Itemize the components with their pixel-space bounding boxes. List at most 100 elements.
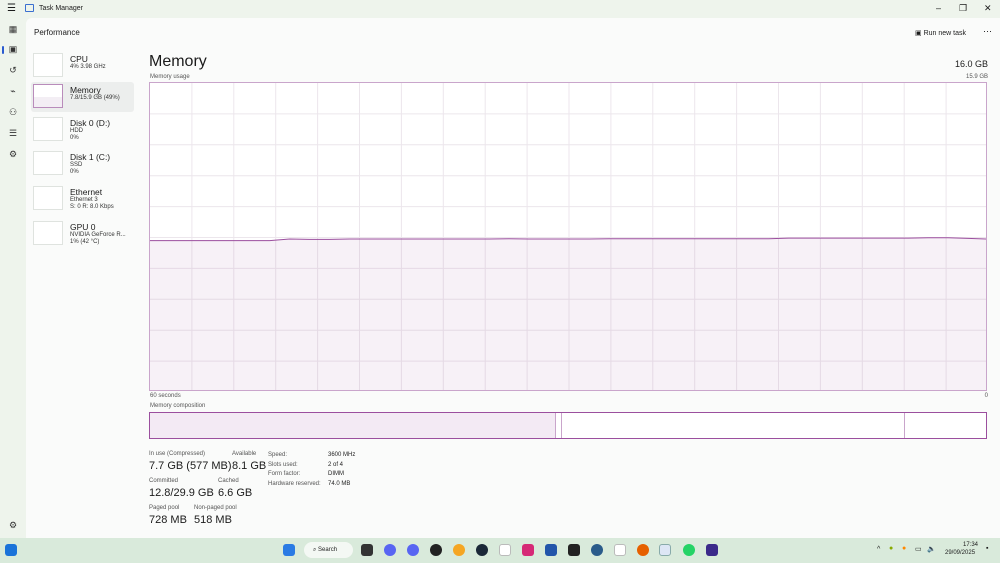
resource-detail: HDD	[70, 128, 83, 134]
steam-icon[interactable]	[476, 544, 488, 556]
memory-title: Memory	[149, 53, 207, 70]
services-icon[interactable]: ⚙	[7, 149, 19, 161]
discord-icon[interactable]	[407, 544, 419, 556]
more-options-button[interactable]: ⋯	[983, 26, 992, 37]
processes-icon[interactable]: ▦	[7, 24, 19, 36]
stat-value: 8.1 GB	[232, 460, 267, 472]
settings-icon[interactable]: ⚙	[7, 520, 19, 532]
resource-thumbnail	[33, 53, 63, 77]
clock-time[interactable]: 17:34	[963, 542, 978, 548]
taskbar: ⌕ Search ^ ● ● ▭ 🔈 17:34 29/09/2025 ▪	[0, 538, 1000, 563]
network-icon[interactable]: ▭	[915, 545, 922, 553]
resource-detail: 4% 3.98 GHz	[70, 64, 106, 70]
task-view-icon[interactable]	[361, 544, 373, 556]
performance-icon[interactable]: ▣	[2, 44, 19, 56]
resource-name: Disk 0 (D:)	[70, 118, 111, 128]
shield-icon[interactable]	[545, 544, 557, 556]
stat-label: Non-paged pool	[194, 505, 237, 511]
whatsapp-icon[interactable]	[683, 544, 695, 556]
resource-detail-2: 0%	[70, 135, 79, 141]
stat-value: 728 MB	[149, 514, 187, 526]
chevron-up-icon[interactable]: ^	[877, 546, 880, 553]
stat-value: 7.7 GB (577 MB)	[149, 460, 232, 472]
start-icon[interactable]	[283, 544, 295, 556]
close-button[interactable]: ✕	[984, 3, 992, 14]
usage-area	[150, 237, 986, 390]
app-icon[interactable]	[591, 544, 603, 556]
file-icon[interactable]	[499, 544, 511, 556]
stat-value: 6.6 GB	[218, 487, 253, 499]
clock-date[interactable]: 29/09/2025	[945, 550, 975, 556]
resource-item-ethernet[interactable]: Ethernet Ethernet 3 S: 0 R: 8.0 Kbps	[31, 184, 134, 214]
task-manager-icon[interactable]	[659, 544, 671, 556]
resource-detail: SSD	[70, 162, 83, 168]
detail-value: 3600 MHz	[328, 452, 356, 458]
detail-label: Hardware reserved:	[268, 480, 321, 487]
browser-icon[interactable]	[453, 544, 465, 556]
resource-detail-2: 1% (42 °C)	[70, 239, 100, 245]
page-title: Performance	[34, 28, 80, 37]
title-bar: ☰ Task Manager – ❐ ✕	[0, 0, 1000, 18]
volume-icon[interactable]: 🔈	[927, 545, 936, 553]
time-right-label: 0	[984, 393, 988, 399]
run-new-task-button[interactable]: ▣ Run new task	[915, 29, 966, 37]
stat-label: Committed	[149, 478, 179, 484]
resource-thumbnail	[33, 221, 63, 245]
resource-detail-2: S: 0 R: 8.0 Kbps	[70, 204, 114, 210]
menu-icon[interactable]: ☰	[7, 4, 16, 14]
stat-label: In use (Compressed)	[149, 451, 206, 457]
search-label: Search	[318, 547, 338, 553]
composition-standby	[562, 413, 905, 438]
stat-label: Paged pool	[149, 505, 180, 511]
usage-label: Memory usage	[150, 74, 190, 80]
stat-value: 12.8/29.9 GB	[149, 487, 214, 499]
detail-label: Form factor:	[268, 471, 301, 477]
firefox-icon[interactable]	[637, 544, 649, 556]
tray-app-icon[interactable]: ●	[889, 545, 893, 552]
app-history-icon[interactable]: ↺	[7, 65, 19, 77]
composition-label: Memory composition	[150, 403, 206, 409]
search-box[interactable]: ⌕ Search	[304, 542, 353, 558]
maximize-button[interactable]: ❐	[959, 3, 967, 14]
chat-icon[interactable]	[384, 544, 396, 556]
window-title: Task Manager	[39, 5, 83, 12]
resource-name: CPU	[70, 54, 88, 64]
notification-icon[interactable]: ▪	[986, 545, 988, 552]
memory-total: 16.0 GB	[954, 59, 988, 69]
epic-games-icon[interactable]	[568, 544, 580, 556]
resource-thumbnail	[33, 84, 63, 108]
memory-usage-graph	[149, 82, 987, 391]
detail-value: DIMM	[328, 471, 344, 477]
resource-item-cpu[interactable]: CPU 4% 3.98 GHz	[31, 51, 134, 81]
stat-value: 518 MB	[194, 514, 232, 526]
widgets-icon[interactable]	[5, 544, 17, 556]
details-icon[interactable]: ☰	[7, 128, 19, 140]
resource-thumbnail	[33, 186, 63, 210]
detail-label: Slots used:	[268, 461, 298, 468]
startup-apps-icon[interactable]: ⌁	[7, 86, 19, 98]
detail-label: Speed:	[268, 452, 288, 458]
resource-item-disk-0-d[interactable]: Disk 0 (D:) HDD 0%	[31, 115, 134, 145]
instagram-icon[interactable]	[522, 544, 534, 556]
tray-app-icon[interactable]: ●	[902, 545, 906, 552]
app-icon[interactable]	[706, 544, 718, 556]
stat-label: Cached	[218, 478, 239, 484]
resource-item-gpu-0[interactable]: GPU 0 NVIDIA GeForce R... 1% (42 °C)	[31, 219, 134, 249]
composition-in-use	[150, 413, 557, 438]
resource-detail-2: 0%	[70, 169, 79, 175]
detail-value: 74.0 MB	[328, 480, 351, 487]
nav-rail: ▦ ▣ ↺ ⌁ ⚇ ☰ ⚙ ⚙	[0, 18, 26, 538]
resource-detail: NVIDIA GeForce R...	[70, 232, 126, 238]
minimize-button[interactable]: –	[936, 3, 941, 13]
resource-name: Disk 1 (C:)	[70, 152, 111, 162]
resource-thumbnail	[33, 117, 63, 141]
main-panel: Performance ▣ Run new task ⋯ CPU 4% 3.98…	[26, 18, 1000, 538]
resource-name: Memory	[70, 85, 101, 95]
file-icon[interactable]	[614, 544, 626, 556]
resource-item-memory[interactable]: Memory 7.8/15.9 GB (49%)	[31, 82, 134, 112]
users-icon[interactable]: ⚇	[7, 107, 19, 119]
detail-value: 2 of 4	[328, 461, 344, 468]
obs-icon[interactable]	[430, 544, 442, 556]
time-left-label: 60 seconds	[150, 393, 181, 399]
resource-item-disk-1-c[interactable]: Disk 1 (C:) SSD 0%	[31, 149, 134, 179]
